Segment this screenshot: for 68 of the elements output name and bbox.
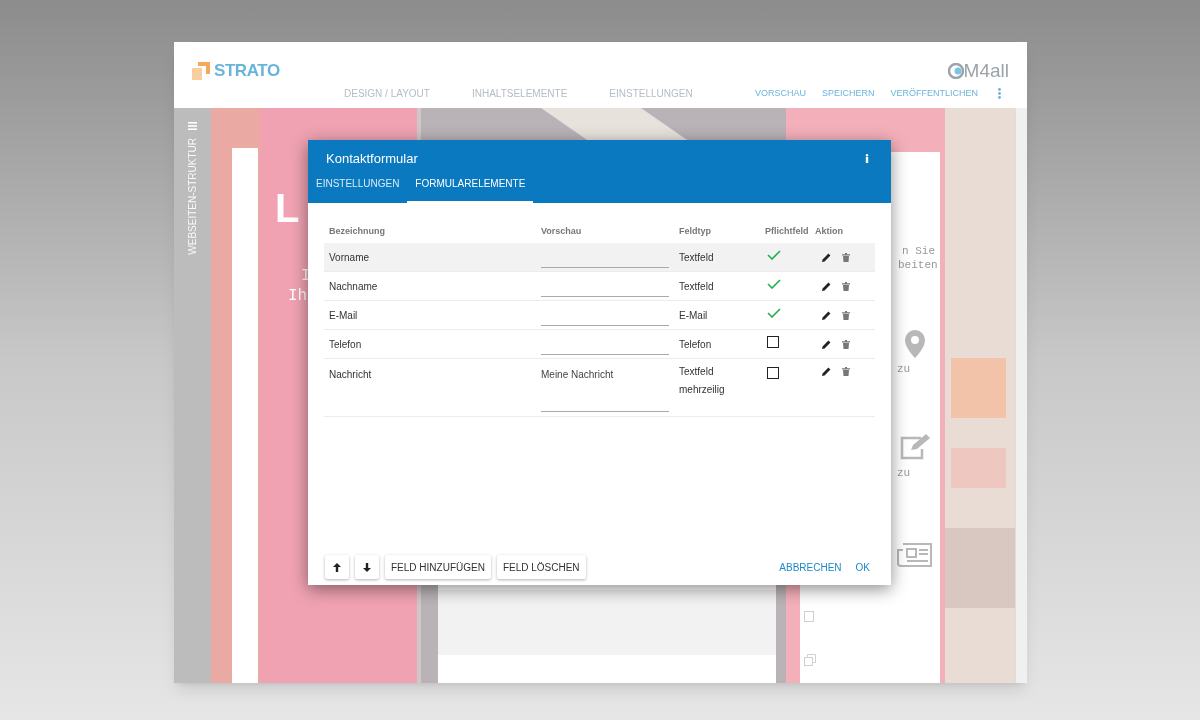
pencil-icon[interactable] bbox=[822, 339, 831, 349]
table-row[interactable]: Vorname Textfeld bbox=[324, 243, 875, 272]
table-cell-text: Vorname bbox=[329, 250, 371, 265]
table-cell-text: E-Mail bbox=[329, 308, 359, 323]
trash-icon[interactable] bbox=[842, 339, 850, 349]
checkbox-icon bbox=[804, 611, 814, 622]
table-cell-text: Telefon bbox=[329, 337, 363, 352]
table-cell-text: Nachname bbox=[329, 279, 379, 294]
column-header: Pflichtfeld bbox=[765, 225, 810, 238]
column-header: Feldtyp bbox=[679, 225, 712, 238]
checkmark-icon[interactable] bbox=[767, 250, 781, 260]
dialog-action-button[interactable]: ABBRECHEN bbox=[779, 559, 842, 575]
copy-icon bbox=[804, 654, 816, 666]
page-text: zu bbox=[897, 364, 911, 375]
page-text: zu bbox=[897, 468, 911, 479]
header-link[interactable]: VERÖFFENTLICHEN bbox=[890, 86, 978, 101]
arrow-down-icon bbox=[363, 562, 371, 572]
page-text: beiten bbox=[898, 260, 938, 271]
table-cell-text: Textfeld bbox=[679, 279, 715, 294]
footer-button[interactable]: FELD LÖSCHEN bbox=[496, 555, 586, 579]
move-down-button[interactable] bbox=[355, 555, 379, 579]
dialog-title: Kontaktformular bbox=[326, 149, 418, 168]
header-link[interactable]: VORSCHAU bbox=[754, 86, 806, 101]
header-link[interactable]: SPEICHERN bbox=[821, 86, 875, 101]
pencil-icon[interactable] bbox=[822, 367, 831, 376]
dialog-action-button[interactable]: OK bbox=[855, 559, 870, 575]
checkmark-icon[interactable] bbox=[767, 308, 781, 318]
more-icon[interactable] bbox=[998, 88, 1001, 99]
edit-icon bbox=[899, 434, 931, 460]
newspaper-icon bbox=[897, 542, 933, 568]
table-cell-text: Nachricht bbox=[329, 368, 373, 382]
checkbox[interactable] bbox=[767, 336, 779, 348]
footer-button[interactable]: FELD HINZUFÜGEN bbox=[385, 555, 491, 579]
column-header: Vorschau bbox=[541, 225, 583, 238]
page-heading: L bbox=[275, 188, 300, 228]
trash-icon[interactable] bbox=[842, 281, 850, 291]
move-up-button[interactable] bbox=[325, 555, 349, 579]
page-text: n Sie bbox=[902, 246, 935, 257]
page-text: Ih bbox=[288, 288, 308, 304]
table-cell-text: Textfeld bbox=[679, 250, 715, 265]
arrow-up-icon bbox=[333, 562, 341, 572]
logo-icon bbox=[192, 62, 210, 80]
scrollbar[interactable] bbox=[1015, 108, 1027, 683]
pencil-icon[interactable] bbox=[822, 252, 831, 262]
logo-text: STRATO bbox=[214, 60, 280, 83]
dialog-tab[interactable]: EINSTELLUNGEN bbox=[308, 174, 408, 203]
dialog-tab[interactable]: FORMULARELEMENTE bbox=[407, 174, 534, 203]
table-row[interactable]: Telefon Telefon bbox=[324, 330, 875, 359]
trash-icon[interactable] bbox=[842, 310, 850, 320]
table-row[interactable]: Nachname Textfeld bbox=[324, 272, 875, 301]
pencil-icon[interactable] bbox=[822, 310, 831, 320]
table-cell-text: Telefon bbox=[679, 337, 713, 352]
trash-icon[interactable] bbox=[842, 252, 850, 262]
location-pin-icon bbox=[905, 330, 925, 358]
table-cell-text: E-Mail bbox=[679, 308, 709, 323]
pencil-icon[interactable] bbox=[822, 281, 831, 291]
brand-logo-icon bbox=[947, 63, 964, 79]
checkmark-icon[interactable] bbox=[767, 279, 781, 289]
trash-icon[interactable] bbox=[842, 367, 850, 376]
table-cell-text: Textfeld mehrzeilig bbox=[679, 365, 726, 397]
textarea-field[interactable]: Meine Nachricht bbox=[541, 367, 669, 412]
column-header: Aktion bbox=[815, 225, 844, 238]
brand-text: M4all bbox=[963, 58, 1009, 83]
checkbox[interactable] bbox=[767, 367, 779, 379]
info-icon[interactable] bbox=[865, 154, 869, 163]
table-row[interactable]: E-Mail E-Mail bbox=[324, 301, 875, 330]
table-row[interactable]: Nachricht Meine Nachricht Textfeld mehrzeilig bbox=[324, 359, 875, 417]
column-header: Bezeichnung bbox=[329, 225, 386, 238]
